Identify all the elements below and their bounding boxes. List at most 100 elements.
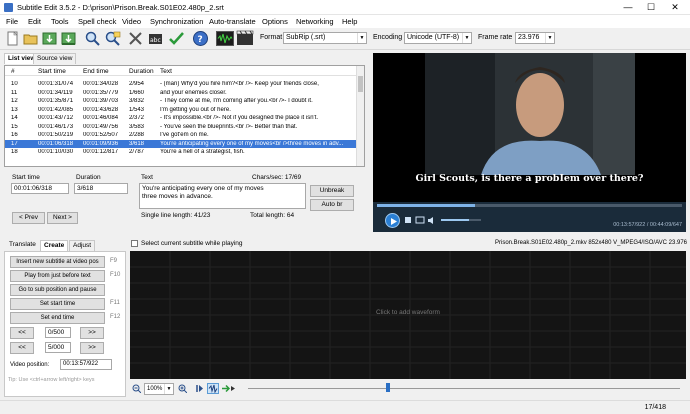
scrollbar-thumb[interactable] <box>358 76 363 92</box>
step-back-button[interactable]: << <box>10 327 34 339</box>
arrow-right-icon[interactable] <box>221 384 237 393</box>
video-position-input[interactable]: 00:13:57/922 <box>60 359 112 370</box>
col-text[interactable]: Text <box>160 68 172 75</box>
prev-button[interactable]: < Prev <box>12 212 45 224</box>
waveform-position-thumb[interactable] <box>386 383 390 392</box>
video-subtitle: Girl Scouts, is there a probIem over the… <box>415 173 644 184</box>
select-current-label: Select current subtitle while playing <box>141 240 243 247</box>
minimize-button[interactable]: — <box>620 1 636 13</box>
menu-networking[interactable]: Networking <box>296 17 334 26</box>
table-row[interactable]: 18 00:01:10/030 00:01:12/817 2/787 You'r… <box>5 148 357 157</box>
encoding-select[interactable]: Unicode (UTF-8) ▼ <box>404 32 472 44</box>
insert-subtitle-button[interactable]: Insert new subtitle at video pos <box>10 256 105 268</box>
tab-translate[interactable]: Translate <box>6 240 39 251</box>
unbreak-button[interactable]: Unbreak <box>310 185 354 197</box>
video-toggle-icon[interactable] <box>236 30 254 47</box>
mute-icon[interactable] <box>427 216 437 225</box>
menu-help[interactable]: Help <box>342 17 357 26</box>
zoom-select[interactable]: 100% ▼ <box>144 383 174 395</box>
video-time: 00:13:57/922 / 00:44:09/647 <box>613 222 682 228</box>
framerate-select[interactable]: 23.976 ▼ <box>515 32 555 44</box>
table-row[interactable]: 15 00:01:46/173 00:01:49/756 3/583 - You… <box>5 123 357 132</box>
row-number: 13 <box>11 106 18 113</box>
video-file-info: Prison.Break.S01E02.480p_2.mkv 852x480 V… <box>495 240 687 246</box>
subtitle-edit-window: Subtitle Edit 3.5.2 - D:\prison\Prison.B… <box>0 0 690 414</box>
row-end: 00:01:46/084 <box>83 115 119 121</box>
step-back-large-button[interactable]: << <box>10 342 34 354</box>
set-start-time-button[interactable]: Set start time <box>10 298 105 310</box>
table-row-selected[interactable]: 17 00:01:06/318 00:01:09/936 3/618 You'r… <box>5 139 357 148</box>
waveform-toggle-icon[interactable] <box>216 30 234 47</box>
row-end: 00:01:43/628 <box>83 106 119 113</box>
row-number: 11 <box>11 89 18 96</box>
help-icon[interactable]: ? <box>192 30 209 47</box>
replace-icon[interactable] <box>104 30 121 47</box>
svg-text:abc: abc <box>150 37 161 44</box>
close-button[interactable]: ✕ <box>667 1 683 13</box>
table-row[interactable]: 11 00:01:34/119 00:01:35/779 1/660 and y… <box>5 89 357 98</box>
fullscreen-icon[interactable] <box>415 216 425 225</box>
subtitle-text-box[interactable]: You're anticipating every one of my move… <box>139 183 306 209</box>
menu-edit[interactable]: Edit <box>28 17 41 26</box>
fix-common-errors-icon[interactable] <box>127 30 144 47</box>
video-player[interactable]: Girl Scouts, is there a probIem over the… <box>373 53 686 202</box>
table-row[interactable]: 10 00:01:31/074 00:01:34/028 2/954 - (ma… <box>5 80 357 89</box>
set-end-time-button[interactable]: Set end time <box>10 312 105 324</box>
list-scrollbar[interactable] <box>356 66 364 166</box>
zoom-in-icon[interactable] <box>178 384 188 394</box>
menu-spell-check[interactable]: Spell check <box>78 17 116 26</box>
save-as-icon[interactable] <box>60 30 77 47</box>
spell-check-icon[interactable] <box>168 30 185 47</box>
encoding-label: Encoding <box>373 34 403 41</box>
table-row[interactable]: 14 00:01:43/712 00:01:46/084 2/372 - It'… <box>5 114 357 123</box>
select-current-checkbox[interactable] <box>131 240 138 247</box>
step-small-input[interactable]: 0/500 <box>45 327 71 338</box>
tab-create[interactable]: Create <box>40 240 69 251</box>
table-row[interactable]: 16 00:01:50/219 00:01:52/507 2/288 I've … <box>5 131 357 140</box>
col-end-time[interactable]: End time <box>83 68 109 75</box>
menu-auto-translate[interactable]: Auto-translate <box>209 17 256 26</box>
tab-adjust[interactable]: Adjust <box>69 240 96 251</box>
save-icon[interactable] <box>41 30 58 47</box>
video-seekbar[interactable] <box>377 204 682 207</box>
row-number: 14 <box>11 115 18 121</box>
format-select[interactable]: SubRip (.srt) ▼ <box>283 32 367 44</box>
play-before-shortcut: F10 <box>110 272 121 278</box>
step-forward-large-button[interactable]: >> <box>80 342 104 354</box>
open-folder-icon[interactable] <box>22 30 39 47</box>
row-number: 15 <box>11 123 18 130</box>
table-row[interactable]: 12 00:01:35/871 00:01:39/703 3/832 - The… <box>5 97 357 106</box>
col-number[interactable]: # <box>11 68 15 75</box>
step-forward-button[interactable]: >> <box>80 327 104 339</box>
col-duration[interactable]: Duration <box>129 68 154 75</box>
col-start-time[interactable]: Start time <box>38 68 66 75</box>
zoom-out-icon[interactable] <box>132 384 142 394</box>
play-before-button[interactable]: Play from just before text <box>10 270 105 282</box>
goto-sub-position-button[interactable]: Go to sub position and pause <box>10 284 105 296</box>
maximize-button[interactable]: ☐ <box>643 1 659 13</box>
menu-file[interactable]: File <box>6 17 18 26</box>
table-row[interactable]: 13 00:01:42/085 00:01:43/628 1/543 I'm g… <box>5 106 357 115</box>
menu-options[interactable]: Options <box>262 17 288 26</box>
duration-input[interactable]: 3/618 <box>74 183 128 194</box>
subtitle-list[interactable]: # Start time End time Duration Text 10 0… <box>4 65 365 167</box>
step-large-input[interactable]: 5/000 <box>45 342 71 353</box>
find-icon[interactable] <box>84 30 101 47</box>
waveform-position-track[interactable] <box>248 388 680 389</box>
volume-slider[interactable] <box>441 219 481 221</box>
start-time-input[interactable]: 00:01:06/318 <box>11 183 69 194</box>
new-file-icon[interactable] <box>4 30 21 47</box>
burn-in-icon[interactable]: abc <box>147 30 164 47</box>
menu-synchronization[interactable]: Synchronization <box>150 17 203 26</box>
single-line-length: Single line length: 41/23 <box>141 212 211 219</box>
waveform-panel[interactable]: Click to add waveform <box>130 251 686 379</box>
menu-tools[interactable]: Tools <box>51 17 69 26</box>
next-button[interactable]: Next > <box>47 212 78 224</box>
play-button[interactable] <box>385 213 400 228</box>
play-selection-icon[interactable] <box>195 384 204 393</box>
waveform-toggle-icon[interactable] <box>207 383 219 394</box>
stop-icon[interactable] <box>403 216 413 225</box>
tab-source-view[interactable]: Source view <box>33 53 77 64</box>
menu-video[interactable]: Video <box>122 17 141 26</box>
auto-br-button[interactable]: Auto br <box>310 199 354 211</box>
